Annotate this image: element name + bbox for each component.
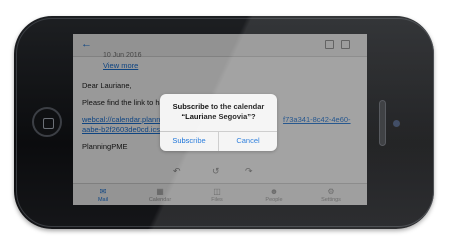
subscribe-button[interactable]: Subscribe — [160, 136, 218, 145]
phone-screen: ← 10 Jun 2016 View more Dear Lauriane, P… — [73, 34, 367, 205]
dialog-title-line2: “Lauriane Segovia”? — [181, 112, 256, 121]
subscribe-dialog: Subscribe to the calendar “Lauriane Sego… — [160, 94, 277, 151]
dialog-title: Subscribe to the calendar “Lauriane Sego… — [160, 102, 277, 122]
front-camera — [392, 119, 401, 128]
home-square-icon — [43, 118, 54, 129]
earpiece-speaker — [379, 100, 386, 146]
cancel-button[interactable]: Cancel — [219, 136, 277, 145]
home-button[interactable] — [32, 107, 62, 137]
dialog-title-line1: Subscribe to the calendar — [172, 102, 265, 111]
